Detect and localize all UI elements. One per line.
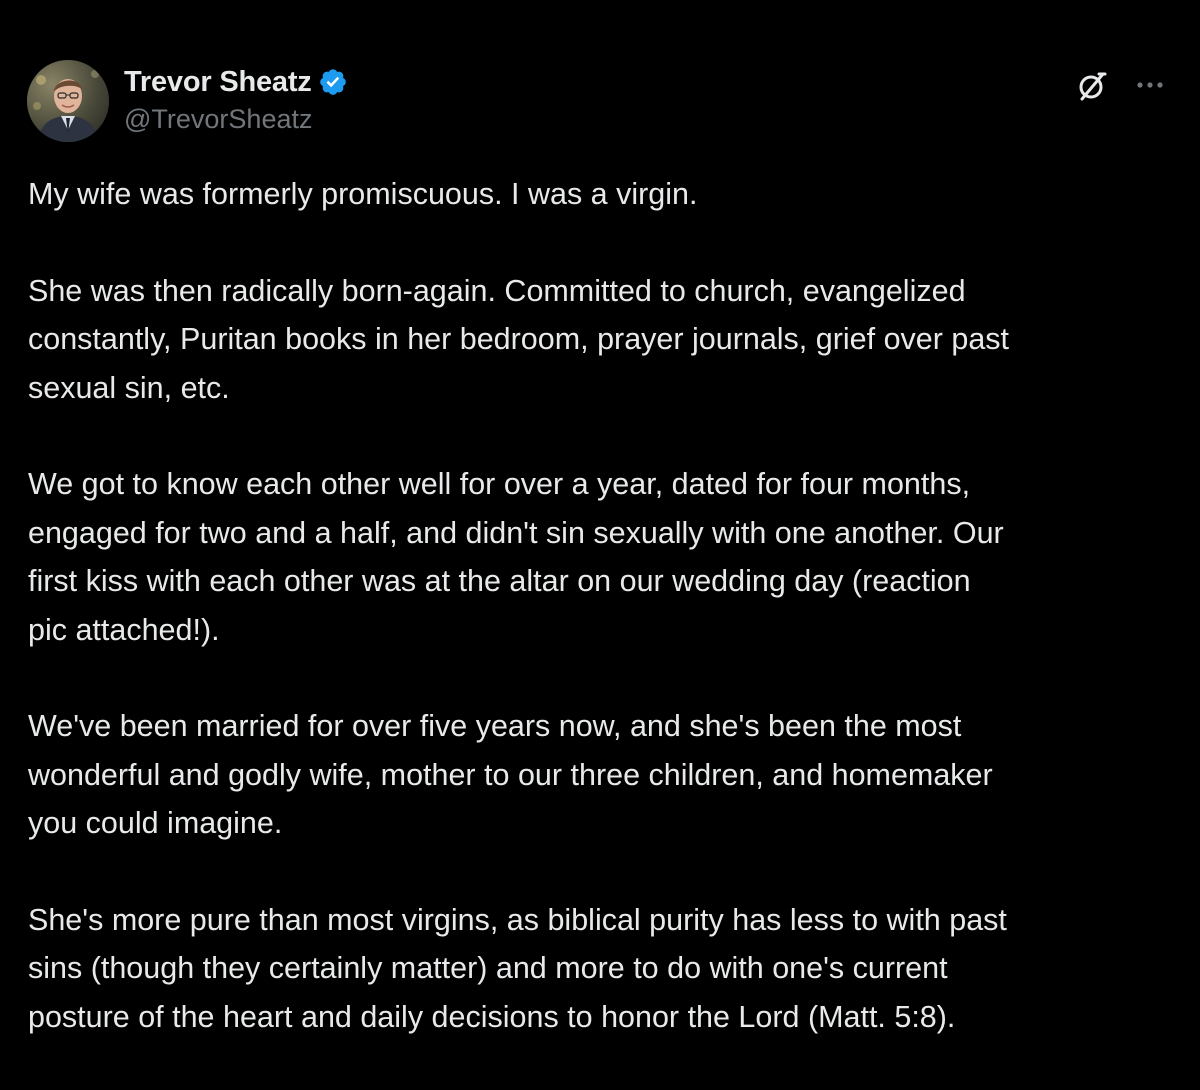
author-name-row: Trevor Sheatz bbox=[124, 62, 348, 102]
tweet-paragraph: We've been married for over five years n… bbox=[28, 702, 1178, 847]
tweet-text-line: We got to know each other well for over … bbox=[28, 467, 971, 502]
tweet-text-line: constantly, Puritan books in her bedroom… bbox=[28, 322, 1010, 357]
tweet: Trevor Sheatz @TrevorSheatz My wife was … bbox=[0, 0, 1200, 1090]
more-options-icon[interactable] bbox=[1130, 66, 1170, 106]
verified-badge-icon[interactable] bbox=[318, 67, 348, 97]
tweet-text-line: sins (though they certainly matter) and … bbox=[28, 951, 948, 986]
tweet-paragraph: We got to know each other well for over … bbox=[28, 460, 1178, 654]
tweet-text-line: first kiss with each other was at the al… bbox=[28, 564, 971, 599]
tweet-paragraph: She's more pure than most virgins, as bi… bbox=[28, 896, 1178, 1041]
tweet-text-line: sexual sin, etc. bbox=[28, 370, 230, 405]
tweet-text-line: posture of the heart and daily decisions… bbox=[28, 999, 956, 1034]
tweet-text-line: She was then radically born-again. Commi… bbox=[28, 273, 966, 308]
author-display-name[interactable]: Trevor Sheatz bbox=[124, 66, 312, 99]
tweet-text-line: She's more pure than most virgins, as bi… bbox=[28, 903, 1007, 938]
author-handle[interactable]: @TrevorSheatz bbox=[124, 104, 312, 135]
tweet-text-line: pic attached!). bbox=[28, 612, 220, 647]
tweet-text-line: engaged for two and a half, and didn't s… bbox=[28, 515, 1004, 550]
profile-photo-icon bbox=[27, 60, 109, 142]
tweet-paragraph: My wife was formerly promiscuous. I was … bbox=[28, 170, 1178, 218]
tweet-paragraph: She was then radically born-again. Commi… bbox=[28, 267, 1178, 412]
avatar[interactable] bbox=[27, 60, 109, 142]
grok-icon[interactable] bbox=[1072, 66, 1112, 106]
tweet-text-line: We've been married for over five years n… bbox=[28, 709, 962, 744]
tweet-text-line: wonderful and godly wife, mother to our … bbox=[28, 757, 993, 792]
tweet-text-line: My wife was formerly promiscuous. I was … bbox=[28, 177, 698, 211]
tweet-text-line: you could imagine. bbox=[28, 806, 283, 841]
tweet-body: My wife was formerly promiscuous. I was … bbox=[28, 170, 1178, 1041]
